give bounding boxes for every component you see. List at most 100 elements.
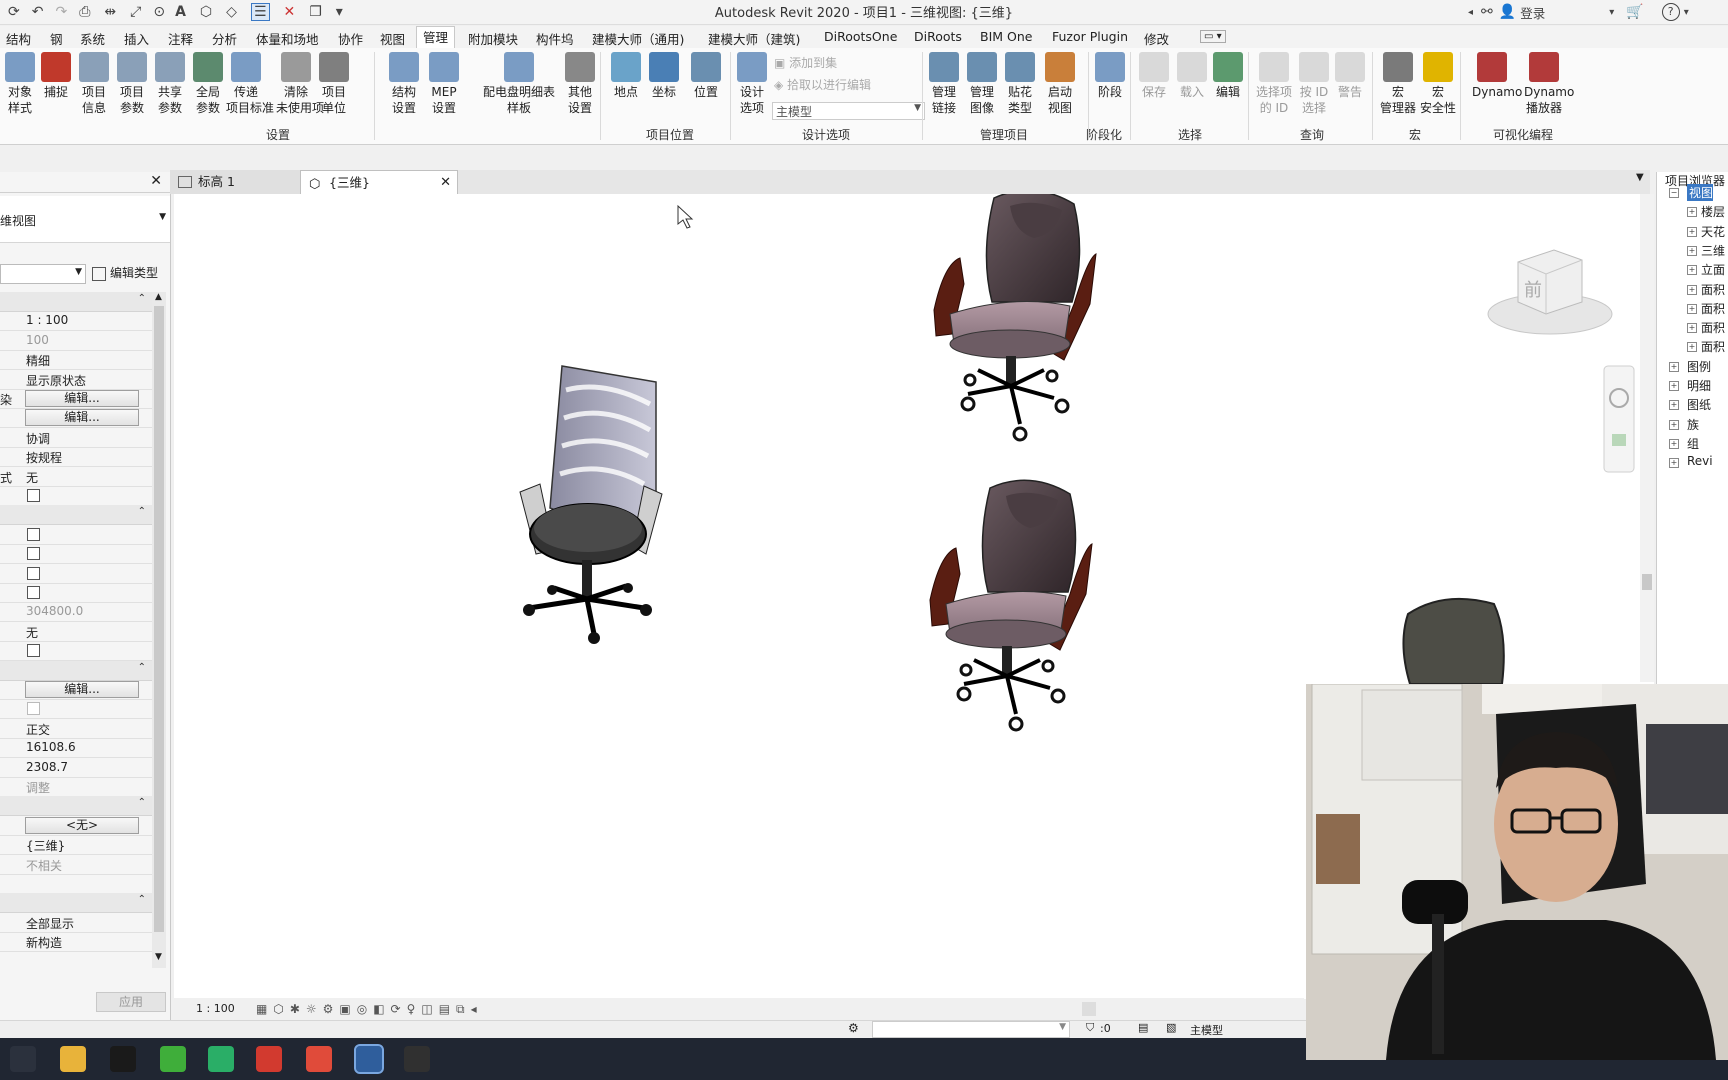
tab-modeling-master-general[interactable]: 建模大师（通用) <box>592 29 684 48</box>
expand-icon[interactable]: + <box>1669 458 1679 469</box>
scroll-thumb[interactable] <box>154 306 164 932</box>
browser-item[interactable]: 图纸 <box>1687 396 1711 413</box>
collapse-icon[interactable]: ⌃ <box>138 894 146 905</box>
navigation-bar[interactable] <box>1603 365 1635 473</box>
property-group-header[interactable]: ⌃ <box>0 292 152 312</box>
panel-schedule-templates-button[interactable]: 配电盘明细表 样板 <box>474 52 564 116</box>
type-selector[interactable]: 维视图 ▼ <box>0 196 170 243</box>
expand-icon[interactable]: + <box>1687 226 1697 237</box>
expand-icon[interactable]: + <box>1687 342 1697 353</box>
ribbon-minimize-icon[interactable]: ▭ ▾ <box>1200 30 1226 43</box>
binoculars-icon[interactable]: ⚯ <box>1481 4 1493 20</box>
additional-settings-button[interactable]: 其他 设置 <box>560 52 600 116</box>
h-scroll-thumb[interactable] <box>1082 1002 1096 1016</box>
property-value[interactable]: 100 <box>26 333 138 347</box>
project-parameters-button[interactable]: 项目 参数 <box>112 52 152 116</box>
view-control-icons[interactable]: ▦⬡✱☼⚙▣◎◧⟳♀◫▤⧉◂ <box>256 1002 483 1017</box>
collapse-icon[interactable]: − <box>1669 188 1679 198</box>
property-value[interactable]: 新构造 <box>26 934 138 951</box>
view-tab-level-1[interactable]: 标高 1 <box>170 170 318 194</box>
tab-diroots[interactable]: DiRoots <box>914 29 962 44</box>
macro-manager-button[interactable]: 宏 管理器 <box>1378 52 1418 116</box>
expand-icon[interactable]: + <box>1687 245 1697 256</box>
viewcube[interactable] <box>1487 249 1613 335</box>
purge-unused-button[interactable]: 清除 未使用项 <box>276 52 324 116</box>
property-value[interactable]: 2308.7 <box>26 760 138 774</box>
decal-types-button[interactable]: 贴花 类型 <box>1000 52 1040 116</box>
expand-icon[interactable]: + <box>1687 284 1697 295</box>
view-tab-3d[interactable]: ⬡ {三维} ✕ <box>300 170 458 195</box>
tab-modeling-master-arch[interactable]: 建模大师（建筑) <box>708 29 800 48</box>
property-value[interactable]: 精细 <box>26 352 138 369</box>
edit-selection-button[interactable]: 编辑 <box>1208 52 1248 100</box>
filter-icon[interactable]: ⛉ <box>1086 1021 1094 1035</box>
shared-parameters-button[interactable]: 共享 参数 <box>150 52 190 116</box>
tab-insert[interactable]: 插入 <box>124 29 149 48</box>
wechat-icon[interactable] <box>208 1046 234 1072</box>
property-value[interactable]: 显示原状态 <box>26 372 138 389</box>
360-icon[interactable] <box>160 1046 186 1072</box>
structural-settings-button[interactable]: 结构 设置 <box>384 52 424 116</box>
dynamo-button[interactable]: Dynamo <box>1472 52 1522 100</box>
mesh-office-chair[interactable] <box>519 365 663 644</box>
tab-addins[interactable]: 附加模块 <box>468 29 518 48</box>
browser-item[interactable]: 面积 <box>1701 338 1725 355</box>
browser-item[interactable]: 三维 <box>1701 242 1725 259</box>
property-value[interactable]: 正交 <box>26 721 138 738</box>
property-checkbox[interactable] <box>27 489 40 502</box>
property-value[interactable]: 1 : 100 <box>26 313 138 327</box>
global-parameters-button[interactable]: 全局 参数 <box>188 52 228 116</box>
tab-component-dock[interactable]: 构件坞 <box>536 29 574 48</box>
expand-icon[interactable]: + <box>1687 303 1697 314</box>
help-dropdown-icon[interactable]: ▾ <box>1684 7 1689 18</box>
editable-only-icon[interactable]: ▤ <box>1138 1021 1148 1034</box>
property-value[interactable]: 按规程 <box>26 449 138 466</box>
object-styles-button[interactable]: 对象 样式 <box>0 52 40 116</box>
worksets-icon[interactable]: ⚙ <box>848 1021 859 1035</box>
dynamo-player-button[interactable]: Dynamo 播放器 <box>1524 52 1574 116</box>
tab-structure[interactable]: 结构 <box>6 29 31 48</box>
expand-icon[interactable]: + <box>1669 419 1679 430</box>
save-selection-button[interactable]: 保存 <box>1134 52 1174 100</box>
project-information-button[interactable]: 项目 信息 <box>74 52 114 116</box>
property-group-header[interactable]: ⌃ <box>0 893 152 914</box>
expand-icon[interactable]: + <box>1687 265 1697 276</box>
scroll-down-icon[interactable]: ▼ <box>155 952 162 962</box>
select-by-id-button[interactable]: 按 ID 选择 <box>1294 52 1334 116</box>
partial-chair[interactable] <box>1402 597 1505 685</box>
revit-icon[interactable] <box>354 1044 384 1074</box>
view-scale[interactable]: 1 : 100 <box>196 1002 235 1015</box>
collapse-icon[interactable]: ⌃ <box>138 662 146 673</box>
property-value[interactable]: 协调 <box>26 430 138 447</box>
login-button[interactable]: 登录 <box>1520 3 1545 22</box>
expand-icon[interactable]: + <box>1687 323 1697 334</box>
qq-icon[interactable] <box>110 1046 136 1072</box>
load-selection-button[interactable]: 载入 <box>1172 52 1212 100</box>
tab-annotate[interactable]: 注释 <box>168 29 193 48</box>
browser-item[interactable]: 天花 <box>1701 223 1725 240</box>
browser-item[interactable]: Revi <box>1687 454 1713 468</box>
property-value[interactable]: 304800.0 <box>26 604 138 618</box>
expand-icon[interactable]: + <box>1669 381 1679 391</box>
collapse-icon[interactable]: ⌃ <box>138 797 146 808</box>
leather-office-chair[interactable] <box>933 194 1097 442</box>
property-edit-button[interactable]: <无> <box>25 816 139 834</box>
canvas-scrollbar[interactable] <box>1640 194 1654 682</box>
property-checkbox[interactable] <box>27 547 40 561</box>
tab-bim-one[interactable]: BIM One <box>980 29 1032 44</box>
property-group-header[interactable]: ⌃ <box>0 660 152 681</box>
user-icon[interactable]: 👤 <box>1499 4 1516 20</box>
mep-settings-button[interactable]: MEP 设置 <box>424 52 464 116</box>
property-value[interactable]: 调整 <box>26 779 138 796</box>
tab-dirootsone[interactable]: DiRootsOne <box>824 29 897 44</box>
scroll-up-icon[interactable]: ▲ <box>155 292 162 302</box>
workset-select[interactable]: ▼ <box>872 1021 1070 1038</box>
add-to-set-button[interactable]: ▣ 添加到集 <box>774 54 837 71</box>
tab-massing-site[interactable]: 体量和场地 <box>256 29 319 48</box>
manage-links-button[interactable]: 管理 链接 <box>924 52 964 116</box>
edit-type-button[interactable]: 编辑类型 <box>92 264 158 281</box>
recorder-icon[interactable] <box>404 1046 430 1072</box>
property-group-header[interactable]: ⌃ <box>0 505 152 526</box>
scroll-thumb[interactable] <box>1642 574 1652 590</box>
design-option-select[interactable]: 主模型 ▼ <box>772 102 925 120</box>
